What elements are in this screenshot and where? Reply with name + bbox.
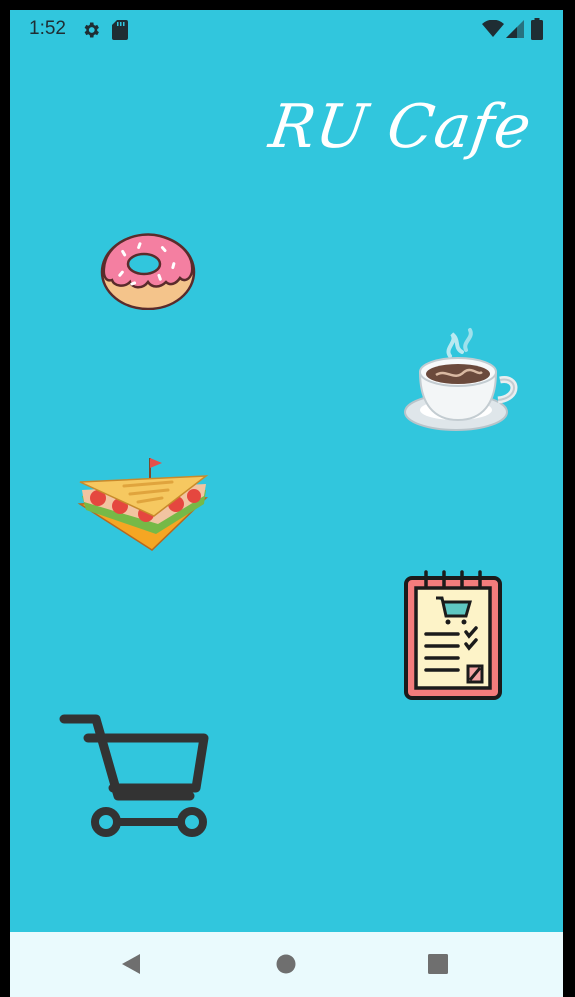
status-time: 1:52 [29,18,66,39]
recents-icon[interactable] [428,954,448,974]
app-title: RU Cafe [264,92,536,162]
status-bar: 1:52 [10,10,563,50]
shopping-cart-icon[interactable] [58,710,214,842]
donut-icon[interactable] [98,222,198,310]
cell-signal-icon [506,20,524,38]
navigation-bar [10,932,563,997]
home-icon[interactable] [276,954,296,974]
sd-card-icon [112,20,128,40]
app-screen: 1:52 RU Cafe [10,10,563,997]
settings-icon [84,22,99,38]
coffee-icon[interactable] [400,320,520,440]
back-icon[interactable] [120,952,144,976]
device-frame: 1:52 RU Cafe [0,0,575,997]
battery-icon [531,18,543,40]
order-list-icon[interactable] [402,570,504,702]
sandwich-icon[interactable] [76,454,212,554]
wifi-icon [482,20,504,37]
